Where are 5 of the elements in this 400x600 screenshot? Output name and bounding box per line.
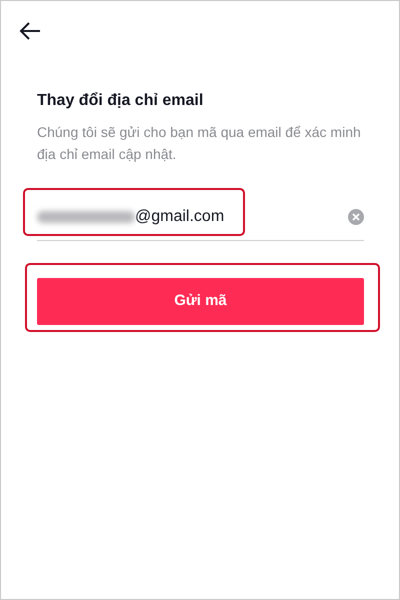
email-field[interactable]: @gmail.com bbox=[37, 194, 364, 241]
back-arrow-icon[interactable] bbox=[19, 22, 41, 40]
description-text: Chúng tôi sẽ gửi cho bạn mã qua email để xác minh địa chỉ email cập nhật. bbox=[37, 123, 362, 164]
page-title: Thay đổi địa chỉ email bbox=[37, 91, 204, 111]
send-code-button[interactable]: Gửi mã bbox=[37, 278, 364, 325]
